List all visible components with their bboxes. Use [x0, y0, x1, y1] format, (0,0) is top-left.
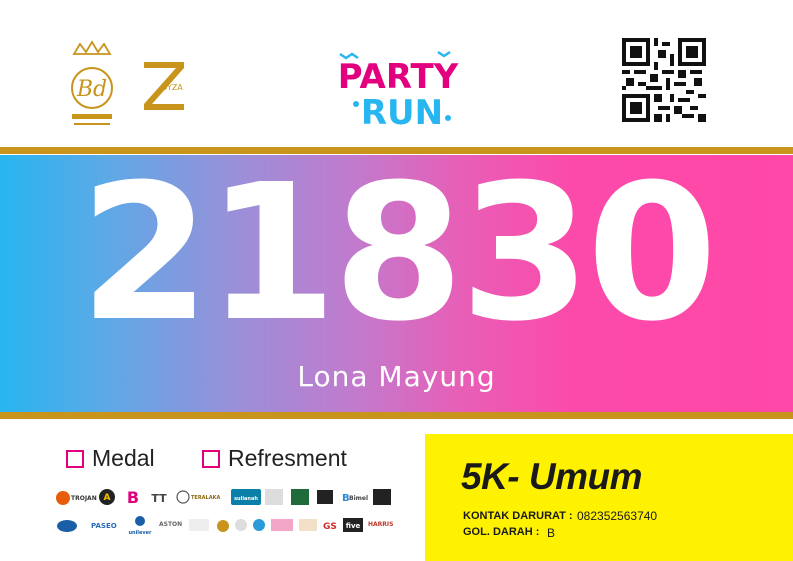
qr-code: [622, 38, 706, 122]
medal-label: Medal: [92, 445, 155, 471]
sponsor-logo-9: [317, 490, 333, 504]
sponsor-gs-text: GS: [323, 522, 337, 532]
category-info-panel: 5K- Umum KONTAK DARURAT : 082352563740 G…: [425, 434, 793, 561]
bd-logo: Bd: [71, 40, 113, 125]
sponsor-logo-13: [57, 520, 77, 532]
party-text: PARTY: [338, 57, 459, 97]
sponsor-harris-text: HARRIS: [368, 521, 393, 528]
run-text: RUN: [361, 93, 443, 130]
sponsor-logos: TROJAN A B TT TERALAKA sulianah B Bimel …: [56, 488, 393, 536]
sponsor-b-text: B: [127, 488, 139, 507]
sponsor-five-text: five: [346, 522, 361, 530]
refreshment-label: Refresment: [228, 445, 347, 471]
sponsor-logo-20: [271, 519, 293, 531]
header: Bd DYZA PARTY RUN: [0, 0, 793, 147]
sponsor-logo-19: [253, 519, 265, 531]
runner-name: Lona Mayung: [297, 360, 496, 393]
sponsor-sulianah-text: sulianah: [234, 496, 258, 502]
dyza-logo-text: DYZA: [161, 83, 183, 92]
sponsor-tt-text: TT: [151, 492, 167, 505]
medal-checkbox[interactable]: Medal: [66, 445, 155, 472]
sponsor-teralaka-text: TERALAKA: [191, 495, 220, 501]
blood-type-row: GOL. DARAH : B: [463, 526, 555, 540]
medal-checkbox-box[interactable]: [66, 449, 84, 468]
sponsor-trojan-logo: [56, 491, 70, 505]
bd-logo-text: Bd: [76, 77, 107, 102]
dyza-logo: DYZA: [144, 62, 184, 110]
sponsor-aston-text: ASTON: [159, 521, 182, 528]
refreshment-checkbox[interactable]: Refresment: [202, 445, 347, 472]
sponsor-bimel-text: Bimel: [349, 495, 368, 502]
sponsor-logo-7: [265, 489, 283, 505]
party-run-logo: PARTY RUN: [338, 50, 459, 130]
blood-type-label: GOL. DARAH :: [463, 526, 540, 538]
sponsor-logo-18: [235, 519, 247, 531]
sponsor-logo-12: [373, 489, 391, 505]
race-category: 5K- Umum: [461, 456, 643, 497]
emergency-contact-row: KONTAK DARURAT : 082352563740: [463, 509, 657, 523]
bib-number: 21830: [79, 144, 717, 363]
sponsor-logo-17: [217, 520, 229, 532]
bottom-gold-divider: [0, 412, 793, 419]
blood-type-value: B: [547, 526, 556, 540]
sponsor-unilever-logo: [135, 516, 145, 526]
sponsor-logo-16: [189, 519, 209, 531]
sponsor-paseo-text: PASEO: [91, 522, 117, 530]
refreshment-checkbox-box[interactable]: [202, 449, 220, 468]
sponsor-logo-8: [291, 489, 309, 505]
sponsor-logo-21: [299, 519, 317, 531]
sponsor-unilever-text: unilever: [128, 530, 152, 536]
emergency-contact-label: KONTAK DARURAT :: [463, 510, 573, 522]
emergency-contact-value: 082352563740: [577, 509, 658, 523]
sponsor-teralaka-logo: [176, 490, 190, 504]
sponsor-a-text: A: [104, 493, 111, 503]
sponsor-trojan-text: TROJAN: [71, 495, 97, 502]
